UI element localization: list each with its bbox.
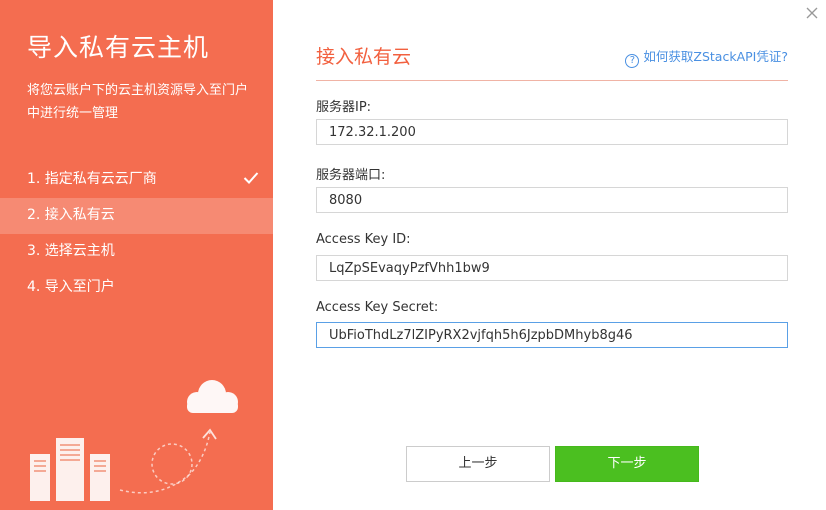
access-key-id-input[interactable] <box>316 255 788 281</box>
step-2[interactable]: 2. 接入私有云 <box>0 198 273 234</box>
next-step-button[interactable]: 下一步 <box>555 446 699 482</box>
step-4[interactable]: 4. 导入至门户 <box>0 270 273 306</box>
title-divider <box>316 80 788 81</box>
access-key-secret-input[interactable] <box>316 322 788 348</box>
wizard-title: 导入私有云主机 <box>27 33 210 62</box>
step-label: 4. 导入至门户 <box>27 279 115 295</box>
server-port-label: 服务器端口: <box>316 168 386 183</box>
help-link-text: 如何获取ZStackAPI凭证? <box>643 49 788 64</box>
question-icon: ? <box>625 54 640 68</box>
step-1[interactable]: 1. 指定私有云云厂商 <box>0 162 273 198</box>
close-icon[interactable] <box>805 6 819 20</box>
access-key-secret-label: Access Key Secret: <box>316 300 439 315</box>
wizard-steps: 1. 指定私有云云厂商 2. 接入私有云 3. 选择云主机 4. 导入至门户 <box>0 162 273 306</box>
wizard-sidebar: 导入私有云主机 将您云账户下的云主机资源导入至门户中进行统一管理 1. 指定私有… <box>0 0 273 510</box>
server-ip-input[interactable] <box>316 119 788 145</box>
server-ip-label: 服务器IP: <box>316 100 372 115</box>
step-label: 3. 选择云主机 <box>27 243 115 259</box>
help-link[interactable]: ? 如何获取ZStackAPI凭证? <box>625 46 788 68</box>
check-icon <box>243 172 259 184</box>
prev-step-button[interactable]: 上一步 <box>406 446 550 482</box>
panel-title: 接入私有云 <box>316 46 412 68</box>
server-port-input[interactable] <box>316 187 788 213</box>
step-label: 1. 指定私有云云厂商 <box>27 171 157 187</box>
server-cloud-illustration-icon <box>30 380 238 501</box>
step-3[interactable]: 3. 选择云主机 <box>0 234 273 270</box>
access-key-id-label: Access Key ID: <box>316 232 411 247</box>
wizard-description: 将您云账户下的云主机资源导入至门户中进行统一管理 <box>27 83 249 121</box>
step-label: 2. 接入私有云 <box>27 207 115 223</box>
